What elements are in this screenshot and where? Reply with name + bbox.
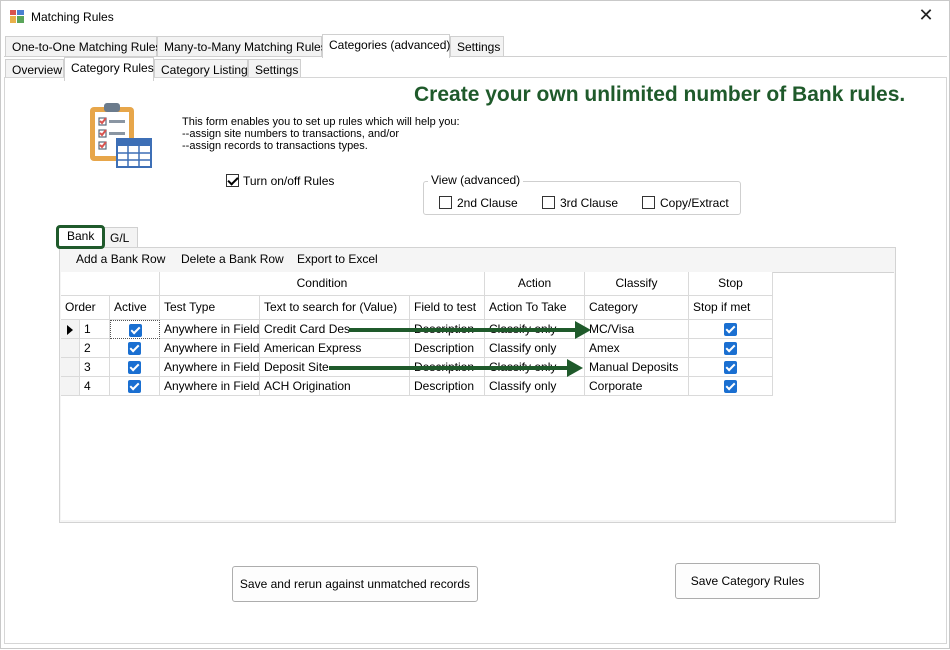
option-2nd-clause[interactable]: 2nd Clause: [439, 195, 518, 210]
group-header-classify: Classify: [585, 272, 689, 296]
cell-test-type[interactable]: Anywhere in Field: [160, 377, 260, 396]
cell-order[interactable]: 1: [80, 320, 110, 339]
tab-many-to-many[interactable]: Many-to-Many Matching Rules: [157, 36, 327, 57]
description-line-2: --assign site numbers to transactions, a…: [182, 128, 400, 140]
turn-rules-label: Turn on/off Rules: [243, 173, 335, 188]
col-header-active[interactable]: Active: [110, 296, 160, 320]
active-check-icon[interactable]: [128, 380, 141, 394]
save-category-rules-button[interactable]: Save Category Rules: [675, 563, 820, 599]
col-header-test-type[interactable]: Test Type: [160, 296, 260, 320]
cell-active[interactable]: [110, 339, 160, 358]
app-icon: [10, 10, 24, 23]
add-bank-row-button[interactable]: Add a Bank Row: [76, 252, 165, 266]
cell-text[interactable]: ACH Origination: [260, 377, 410, 396]
cell-order[interactable]: 4: [80, 377, 110, 396]
cell-test-type[interactable]: Anywhere in Field: [160, 358, 260, 377]
row-selector-3[interactable]: [61, 358, 80, 377]
checkbox-copy-extract[interactable]: [642, 196, 655, 210]
cell-stop[interactable]: [689, 339, 773, 358]
cell-action[interactable]: Classify only: [485, 358, 585, 377]
description-line-1: This form enables you to set up rules wh…: [182, 116, 460, 128]
description-line-3: --assign records to transactions types.: [182, 140, 368, 152]
turn-rules-checkbox[interactable]: Turn on/off Rules: [226, 173, 334, 188]
window-title: Matching Rules: [31, 10, 114, 24]
stop-check-icon[interactable]: [724, 342, 737, 356]
stop-check-icon[interactable]: [724, 323, 737, 337]
col-header-field[interactable]: Field to test: [410, 296, 485, 320]
cell-order[interactable]: 3: [80, 358, 110, 377]
cell-stop[interactable]: [689, 358, 773, 377]
group-header-blank: [61, 272, 160, 296]
cell-field[interactable]: Description: [410, 339, 485, 358]
cell-category[interactable]: MC/Visa: [585, 320, 689, 339]
tab-categories-advanced[interactable]: Categories (advanced): [322, 34, 450, 58]
active-check-icon[interactable]: [128, 342, 141, 356]
cell-field[interactable]: Description: [410, 377, 485, 396]
cell-test-type[interactable]: Anywhere in Field: [160, 320, 260, 339]
active-check-icon[interactable]: [128, 324, 142, 338]
cell-active[interactable]: [110, 358, 160, 377]
group-header-stop: Stop: [689, 272, 773, 296]
stop-check-icon[interactable]: [724, 361, 737, 375]
cell-field[interactable]: Description: [410, 320, 485, 339]
col-header-text[interactable]: Text to search for (Value): [260, 296, 410, 320]
col-header-stop[interactable]: Stop if met: [689, 296, 773, 320]
stop-check-icon[interactable]: [724, 380, 737, 394]
cell-active[interactable]: [110, 377, 160, 396]
cell-field[interactable]: Description: [410, 358, 485, 377]
option-copy-extract[interactable]: Copy/Extract: [642, 195, 729, 210]
cell-category[interactable]: Corporate: [585, 377, 689, 396]
col-header-category[interactable]: Category: [585, 296, 689, 320]
group-header-action: Action: [485, 272, 585, 296]
close-icon[interactable]: ✕: [903, 1, 949, 32]
clipboard-checklist-icon: [90, 103, 152, 168]
checkbox-3rd-clause[interactable]: [542, 196, 555, 210]
cell-text[interactable]: American Express: [260, 339, 410, 358]
view-advanced-legend: View (advanced): [428, 173, 524, 187]
description: This form enables you to set up rules wh…: [182, 116, 460, 152]
col-header-order[interactable]: Order: [61, 296, 110, 320]
cell-order[interactable]: 2: [80, 339, 110, 358]
cell-active[interactable]: [110, 320, 160, 339]
current-row-icon: [67, 325, 73, 335]
turn-rules-check-icon[interactable]: [226, 174, 239, 188]
cell-category[interactable]: Manual Deposits: [585, 358, 689, 377]
tab-one-to-one[interactable]: One-to-One Matching Rules: [5, 36, 161, 57]
headline: Create your own unlimited number of Bank…: [414, 83, 906, 106]
delete-bank-row-button[interactable]: Delete a Bank Row: [181, 252, 284, 266]
active-check-icon[interactable]: [128, 361, 141, 375]
label-copy-extract: Copy/Extract: [660, 195, 729, 210]
cell-text[interactable]: Deposit Site: [260, 358, 410, 377]
cell-text[interactable]: Credit Card Des: [260, 320, 410, 339]
label-3rd-clause: 3rd Clause: [560, 195, 619, 210]
cell-test-type[interactable]: Anywhere in Field: [160, 339, 260, 358]
row-selector-1[interactable]: [61, 320, 80, 339]
label-2nd-clause: 2nd Clause: [457, 195, 518, 210]
cell-action[interactable]: Classify only: [485, 320, 585, 339]
tab-category-rules[interactable]: Category Rules: [64, 57, 154, 81]
tab-settings-main[interactable]: Settings: [450, 36, 504, 57]
cell-stop[interactable]: [689, 377, 773, 396]
tab-bank[interactable]: Bank: [56, 225, 106, 249]
save-rerun-button[interactable]: Save and rerun against unmatched records: [232, 566, 478, 602]
export-excel-button[interactable]: Export to Excel: [297, 252, 378, 266]
cell-stop[interactable]: [689, 320, 773, 339]
option-3rd-clause[interactable]: 3rd Clause: [542, 195, 618, 210]
row-selector-2[interactable]: [61, 339, 80, 358]
checkbox-2nd-clause[interactable]: [439, 196, 452, 210]
cell-action[interactable]: Classify only: [485, 377, 585, 396]
title-bar: Matching Rules ✕: [1, 1, 949, 33]
row-selector-4[interactable]: [61, 377, 80, 396]
col-header-action[interactable]: Action To Take: [485, 296, 585, 320]
group-header-condition: Condition: [160, 272, 485, 296]
matching-rules-window: Matching Rules ✕ One-to-One Matching Rul…: [0, 0, 950, 649]
cell-action[interactable]: Classify only: [485, 339, 585, 358]
cell-category[interactable]: Amex: [585, 339, 689, 358]
